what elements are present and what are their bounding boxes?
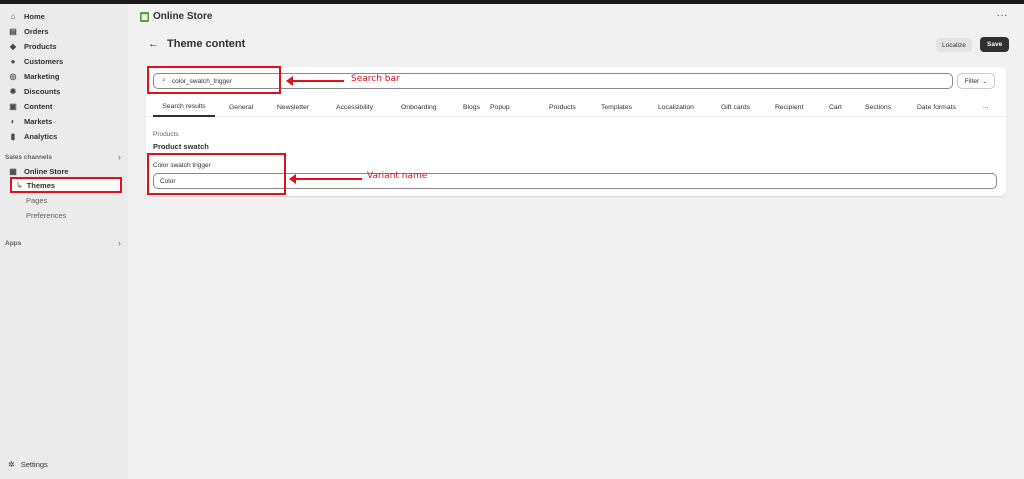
sidebar-item-label: Markets — [24, 117, 53, 126]
tab-recipient[interactable]: Recipient — [775, 97, 803, 117]
save-button[interactable]: Save — [980, 37, 1010, 52]
localize-button[interactable]: Localize — [936, 38, 972, 52]
sidebar-item-discounts[interactable]: ✹ Discounts — [8, 85, 122, 98]
sidebar-item-label: Settings — [20, 460, 48, 469]
branch-icon: ↳ — [16, 180, 23, 190]
sidebar-item-settings[interactable]: ✲ Settings — [8, 460, 48, 469]
person-icon: ● — [10, 57, 16, 66]
apps-label: Apps — [5, 239, 22, 247]
search-input[interactable]: ⌕ color_swatch_trigger — [153, 73, 953, 89]
color-swatch-trigger-field[interactable]: Color — [153, 173, 997, 189]
sidebar-item-label: Content — [24, 102, 53, 111]
sidebar-item-label: Products — [24, 42, 57, 51]
sidebar-item-label: Customers — [24, 57, 64, 66]
sidebar-item-label: Analytics — [24, 132, 58, 141]
sidebar-item-label: Marketing — [24, 72, 60, 81]
sidebar-item-customers[interactable]: ● Customers — [8, 55, 122, 68]
tab-date-formats[interactable]: Date formats — [917, 97, 956, 117]
search-bar-arrow — [286, 76, 344, 86]
sidebar-item-markets[interactable]: ◐ Markets — [8, 115, 122, 128]
variant-name-annotation: Variant name — [367, 171, 428, 181]
sales-channels-header[interactable]: Sales channels › — [5, 152, 121, 162]
sidebar-item-label: Themes — [26, 180, 56, 190]
tab-gift-cards[interactable]: Gift cards — [721, 97, 750, 117]
search-bar-annotation: Search bar — [351, 74, 400, 84]
sidebar-item-analytics[interactable]: ▮ Analytics — [8, 130, 122, 143]
sidebar-item-marketing[interactable]: ◎ Marketing — [8, 70, 122, 83]
chevron-right-icon: › — [118, 152, 121, 162]
page-title: Theme content — [167, 38, 246, 50]
tab-search-results[interactable]: Search results — [153, 97, 215, 117]
sidebar-item-orders[interactable]: ▤ Orders — [8, 25, 122, 38]
page-header: ← Theme content — [148, 38, 245, 50]
search-value: color_swatch_trigger — [171, 77, 232, 85]
target-icon: ◎ — [9, 72, 17, 81]
store-logo-icon: ▦ — [140, 11, 149, 22]
result-group-label: Products — [153, 131, 179, 138]
discount-icon: ✹ — [9, 87, 17, 96]
sidebar-item-pages[interactable]: Pages — [26, 194, 47, 206]
tab-bar: Search results General Newsletter Access… — [146, 97, 1006, 117]
tab-templates[interactable]: Templates — [601, 97, 632, 117]
tab-newsletter[interactable]: Newsletter — [277, 97, 309, 117]
tab-onboarding[interactable]: Onboarding — [401, 97, 437, 117]
sidebar-item-products[interactable]: ◆ Products — [8, 40, 122, 53]
main-content: ▦ Online Store ··· ← Theme content Local… — [128, 4, 1024, 479]
chevron-right-icon: › — [118, 238, 121, 248]
sidebar: ⌂ Home ▤ Orders ◆ Products ● Customers ◎… — [0, 4, 128, 479]
color-swatch-trigger-label: Color swatch trigger — [153, 162, 211, 169]
sidebar-item-themes[interactable]: ↳ Themes — [10, 177, 122, 193]
tag-icon: ◆ — [9, 42, 17, 51]
tab-cart[interactable]: Cart — [829, 97, 842, 117]
variant-name-arrow — [289, 174, 362, 184]
more-actions-button[interactable]: ··· — [997, 10, 1009, 21]
sidebar-item-content[interactable]: ▣ Content — [8, 100, 122, 113]
back-arrow-icon[interactable]: ← — [148, 38, 159, 50]
tab-sections[interactable]: Sections — [865, 97, 891, 117]
color-swatch-trigger-value: Color — [160, 177, 176, 185]
sidebar-item-preferences[interactable]: Preferences — [26, 209, 66, 221]
tab-popup[interactable]: Popup — [490, 97, 510, 117]
tabs-overflow-button[interactable]: ··· — [982, 97, 989, 117]
store-icon: ▦ — [9, 167, 17, 176]
sales-channels-label: Sales channels — [5, 153, 52, 161]
home-icon: ⌂ — [10, 12, 16, 21]
apps-header[interactable]: Apps › — [5, 238, 121, 248]
gear-icon: ✲ — [8, 460, 15, 469]
sidebar-item-label: Discounts — [24, 87, 61, 96]
tab-accessibility[interactable]: Accessibility — [336, 97, 373, 117]
search-icon: ⌕ — [162, 77, 166, 84]
sidebar-item-label: Home — [24, 12, 45, 21]
tab-products[interactable]: Products — [549, 97, 576, 117]
store-name: Online Store — [153, 11, 213, 22]
bar-chart-icon: ▮ — [10, 132, 16, 141]
sidebar-item-home[interactable]: ⌂ Home — [8, 10, 122, 23]
tab-localization[interactable]: Localization — [658, 97, 694, 117]
sidebar-item-label: Orders — [24, 27, 49, 36]
theme-content-card: ⌕ color_swatch_trigger Filter ⌄ Search r… — [146, 67, 1006, 196]
store-header: ▦ Online Store — [140, 11, 212, 22]
tab-blogs[interactable]: Blogs — [463, 97, 480, 117]
content-icon: ▣ — [9, 102, 17, 111]
sidebar-item-label: Online Store — [24, 167, 69, 176]
globe-icon: ◐ — [10, 117, 16, 126]
result-group-title: Product swatch — [153, 142, 209, 151]
filter-button[interactable]: Filter ⌄ — [957, 73, 995, 89]
inbox-icon: ▤ — [9, 27, 17, 36]
chevron-down-icon: ⌄ — [982, 78, 988, 85]
filter-label: Filter — [964, 77, 980, 85]
tab-general[interactable]: General — [229, 97, 253, 117]
